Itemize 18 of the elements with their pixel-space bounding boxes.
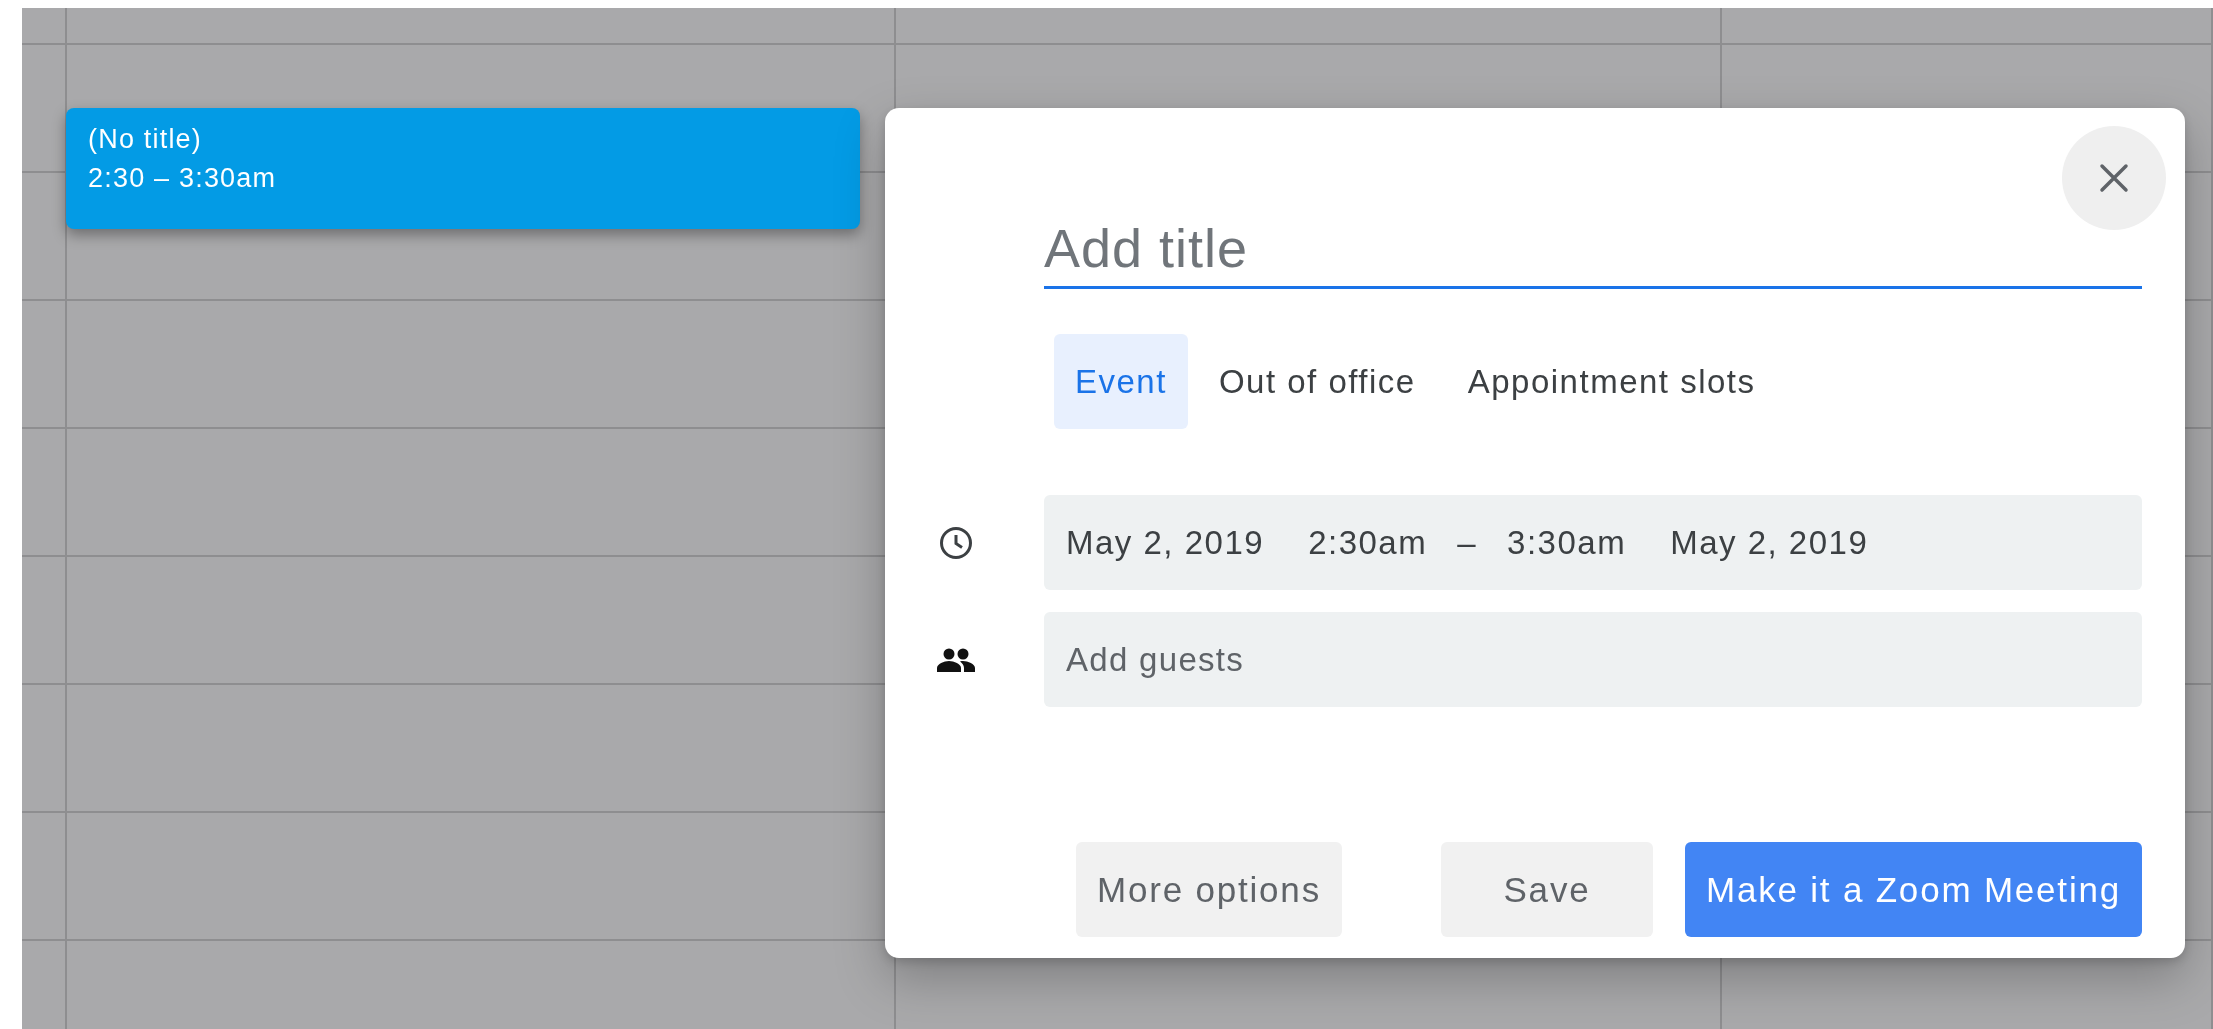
- event-title: (No title): [88, 123, 203, 156]
- guests-field[interactable]: Add guests: [1044, 612, 2142, 707]
- tab[interactable]: Appointment slots: [1446, 334, 1777, 429]
- tab[interactable]: Event: [1054, 334, 1188, 429]
- end-date[interactable]: May 2, 2019: [1670, 523, 1869, 562]
- time-separator: –: [1457, 523, 1478, 562]
- event-time: 2:30 – 3:30am: [88, 162, 278, 195]
- end-time[interactable]: 3:30am: [1507, 523, 1627, 562]
- tab[interactable]: Out of office: [1197, 334, 1437, 429]
- people-icon: [936, 647, 975, 672]
- title-field[interactable]: Add title: [1044, 210, 2142, 289]
- start-date[interactable]: May 2, 2019: [1066, 523, 1265, 562]
- clock-icon: [938, 525, 973, 560]
- primary-button[interactable]: Make it a Zoom Meeting: [1684, 842, 2142, 937]
- start-time[interactable]: 2:30am: [1308, 523, 1428, 562]
- close-icon: [2099, 163, 2129, 193]
- secondary-button[interactable]: More options: [1076, 842, 1342, 937]
- secondary-button[interactable]: Save: [1440, 842, 1653, 937]
